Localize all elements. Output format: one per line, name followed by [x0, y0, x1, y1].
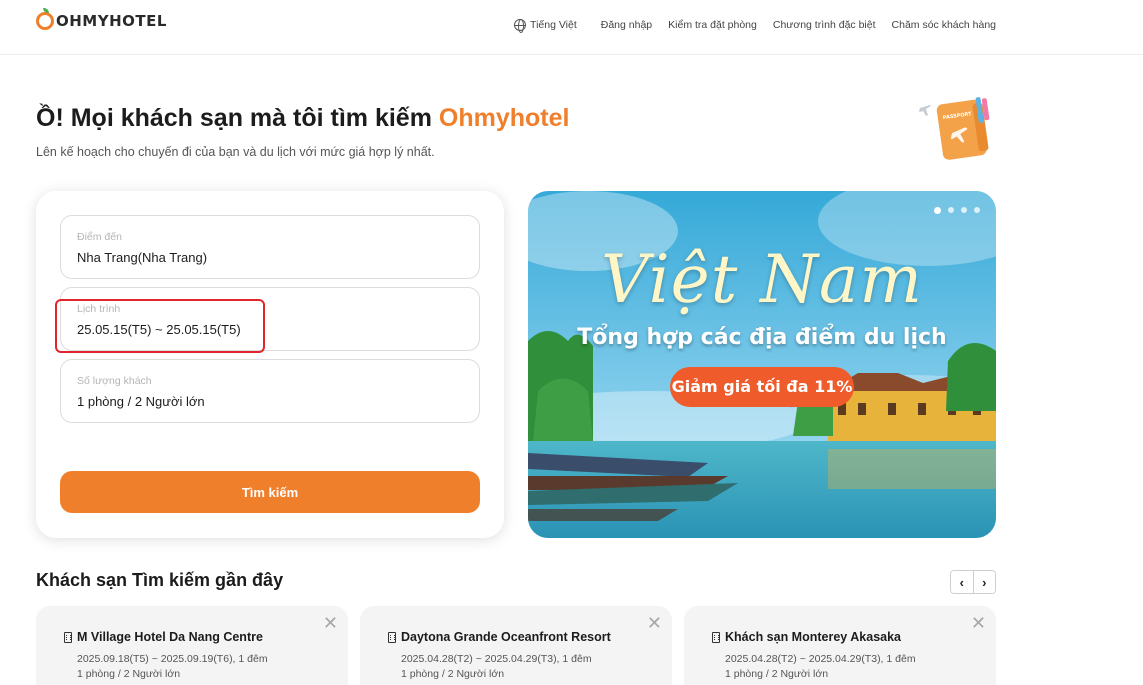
nav-special-programs[interactable]: Chương trình đặc biệt — [773, 19, 876, 31]
logo-text: OHMYHOTEL — [56, 12, 167, 30]
close-icon[interactable]: ✕ — [971, 614, 986, 632]
close-icon[interactable]: ✕ — [647, 614, 662, 632]
nav-login[interactable]: Đăng nhập — [601, 19, 652, 31]
close-icon[interactable]: ✕ — [323, 614, 338, 632]
top-nav: Tiếng Việt Đăng nhập Kiểm tra đặt phòng … — [514, 19, 996, 33]
carousel-dot-2[interactable] — [948, 207, 954, 213]
nav-check-booking[interactable]: Kiểm tra đặt phòng — [668, 19, 757, 31]
recent-hotel-card[interactable]: M Village Hotel Da Nang Centre 2025.09.1… — [36, 606, 348, 685]
banner-subtitle: Tổng hợp các địa điểm du lịch — [577, 325, 947, 350]
destination-label: Điểm đến — [77, 231, 122, 243]
prev-arrow-button[interactable]: ‹ — [951, 571, 974, 593]
recent-hotel-card[interactable]: Khách sạn Monterey Akasaka 2025.04.28(T2… — [684, 606, 996, 685]
language-label: Tiếng Việt — [530, 19, 577, 31]
page-title-brand: Ohmyhotel — [438, 104, 570, 132]
destination-field[interactable]: Điểm đến Nha Trang(Nha Trang) — [60, 215, 480, 279]
logo-mark-icon — [36, 8, 54, 30]
hotel-dates: 2025.04.28(T2) ~ 2025.04.29(T3), 1 đêm — [725, 653, 916, 665]
guests-label: Số lượng khách — [77, 375, 152, 387]
hotel-dates: 2025.04.28(T2) ~ 2025.04.29(T3), 1 đêm — [401, 653, 592, 665]
building-icon — [712, 632, 720, 643]
search-card: Điểm đến Nha Trang(Nha Trang) Lịch trình… — [36, 191, 504, 538]
building-icon — [64, 632, 72, 643]
hotel-dates: 2025.09.18(T5) ~ 2025.09.19(T6), 1 đêm — [77, 653, 268, 665]
promo-banner[interactable]: Việt Nam Tổng hợp các địa điểm du lịch G… — [528, 191, 996, 538]
banner-promo-badge: Giảm giá tối đa 11% — [670, 367, 854, 407]
hotel-guests: 1 phòng / 2 Người lớn — [725, 668, 829, 680]
carousel-dot-1[interactable] — [934, 206, 941, 214]
schedule-value: 25.05.15(T5) ~ 25.05.15(T5) — [77, 322, 241, 337]
guests-value: 1 phòng / 2 Người lớn — [77, 394, 205, 409]
building-icon — [388, 632, 396, 643]
hotel-name: M Village Hotel Da Nang Centre — [77, 630, 263, 644]
passport-illustration-icon: PASSPORT — [919, 97, 990, 160]
next-arrow-button[interactable]: › — [973, 571, 995, 593]
schedule-label: Lịch trình — [77, 303, 121, 315]
guests-field[interactable]: Số lượng khách 1 phòng / 2 Người lớn — [60, 359, 480, 423]
language-selector[interactable]: Tiếng Việt — [514, 19, 577, 33]
search-button[interactable]: Tìm kiếm — [60, 471, 480, 513]
hotel-guests: 1 phòng / 2 Người lớn — [77, 668, 181, 680]
recent-section-title: Khách sạn Tìm kiếm gần đây — [36, 570, 284, 590]
carousel-dot-4[interactable] — [974, 207, 980, 213]
nav-customer-care[interactable]: Chăm sóc khách hàng — [892, 19, 996, 31]
site-header: OHMYHOTEL Tiếng Việt Đăng nhập Kiểm tra … — [0, 0, 1143, 55]
page-subtitle: Lên kế hoạch cho chuyến đi của bạn và du… — [36, 145, 435, 159]
destination-value: Nha Trang(Nha Trang) — [77, 250, 208, 265]
carousel-dots — [927, 206, 980, 214]
page-title-text: Ồ! Mọi khách sạn mà tôi tìm kiếm — [36, 104, 439, 132]
recent-hotel-card[interactable]: Daytona Grande Oceanfront Resort 2025.04… — [360, 606, 672, 685]
globe-icon — [514, 19, 527, 33]
hotel-guests: 1 phòng / 2 Người lớn — [401, 668, 505, 680]
page-title: Ồ! Mọi khách sạn mà tôi tìm kiếm Ohmyhot… — [36, 104, 569, 133]
recent-pager: ‹ › — [950, 570, 996, 594]
schedule-field[interactable]: Lịch trình 25.05.15(T5) ~ 25.05.15(T5) — [60, 287, 480, 351]
logo[interactable]: OHMYHOTEL — [36, 8, 167, 30]
carousel-dot-3[interactable] — [961, 207, 967, 213]
hotel-name: Daytona Grande Oceanfront Resort — [401, 630, 611, 644]
hotel-name: Khách sạn Monterey Akasaka — [725, 630, 902, 644]
banner-title: Việt Nam — [601, 241, 923, 318]
